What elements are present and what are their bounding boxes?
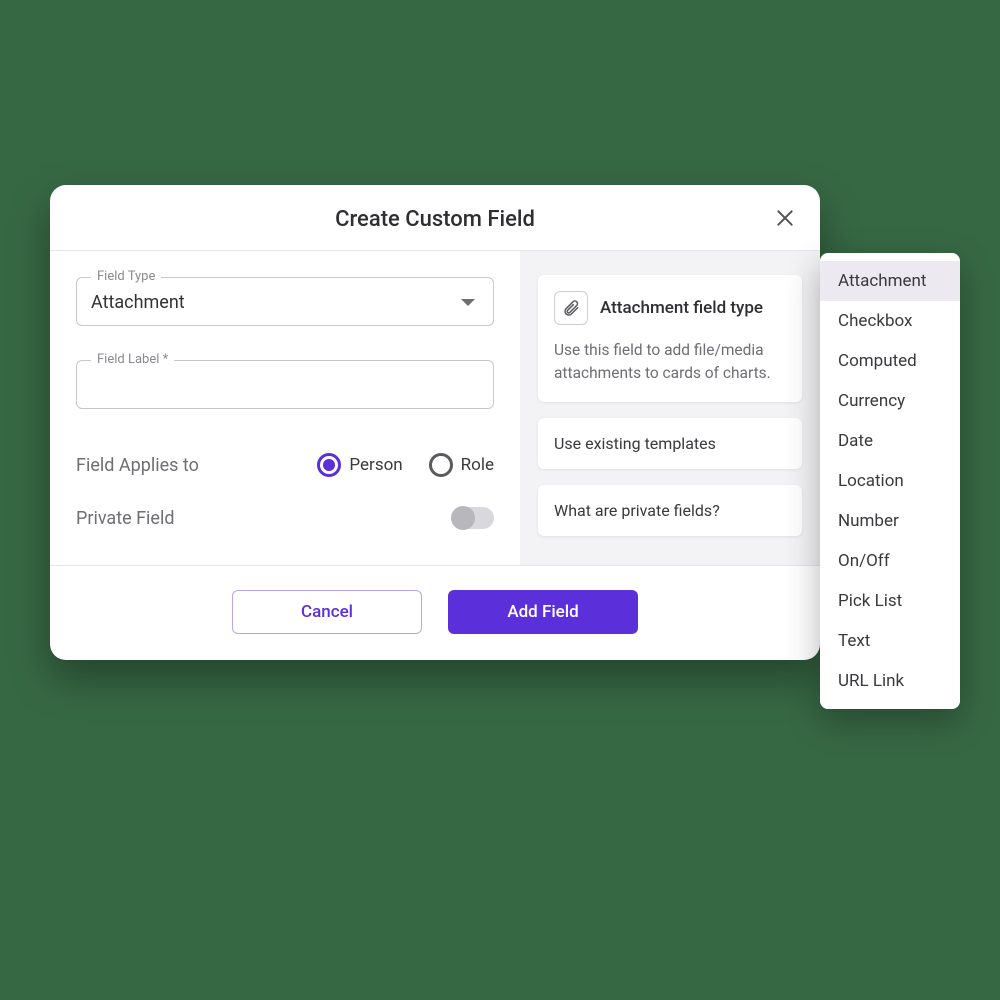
info-title: Attachment field type	[600, 298, 763, 318]
toggle-knob	[451, 506, 475, 530]
dropdown-item-urllink[interactable]: URL Link	[820, 661, 960, 701]
close-button[interactable]	[768, 201, 802, 235]
dialog-body: Field Type Attachment Field Label * Fiel…	[50, 251, 820, 565]
private-fields-link-card[interactable]: What are private fields?	[538, 485, 802, 536]
dropdown-item-location[interactable]: Location	[820, 461, 960, 501]
create-custom-field-dialog: Create Custom Field Field Type Attachmen…	[50, 185, 820, 660]
dropdown-item-attachment[interactable]: Attachment	[820, 261, 960, 301]
dropdown-item-date[interactable]: Date	[820, 421, 960, 461]
radio-label-person: Person	[349, 455, 402, 475]
field-type-value: Attachment	[91, 292, 185, 313]
attachment-icon	[554, 291, 588, 325]
templates-link-label: Use existing templates	[554, 434, 716, 453]
field-label-label: Field Label *	[91, 352, 174, 367]
dropdown-item-picklist[interactable]: Pick List	[820, 581, 960, 621]
field-type-select[interactable]: Field Type Attachment	[76, 277, 494, 326]
info-description: Use this field to add file/media attachm…	[554, 339, 786, 386]
cancel-button[interactable]: Cancel	[232, 590, 422, 634]
field-label-input[interactable]	[91, 376, 479, 396]
applies-to-radio-group: Person Role	[317, 453, 494, 477]
dialog-footer: Cancel Add Field	[50, 565, 820, 660]
applies-to-row: Field Applies to Person Role	[76, 453, 494, 477]
applies-to-person-radio[interactable]: Person	[317, 453, 402, 477]
field-type-label: Field Type	[91, 269, 161, 284]
radio-label-role: Role	[461, 455, 494, 475]
close-icon	[775, 208, 795, 228]
private-field-label: Private Field	[76, 508, 175, 529]
applies-to-label: Field Applies to	[76, 455, 199, 476]
dialog-title: Create Custom Field	[50, 207, 820, 232]
add-field-button-label: Add Field	[507, 602, 578, 622]
dropdown-item-onoff[interactable]: On/Off	[820, 541, 960, 581]
dropdown-item-checkbox[interactable]: Checkbox	[820, 301, 960, 341]
form-pane: Field Type Attachment Field Label * Fiel…	[50, 251, 520, 565]
private-field-row: Private Field	[76, 507, 494, 529]
dialog-header: Create Custom Field	[50, 185, 820, 251]
dropdown-item-number[interactable]: Number	[820, 501, 960, 541]
dropdown-item-computed[interactable]: Computed	[820, 341, 960, 381]
field-type-info-card: Attachment field type Use this field to …	[538, 275, 802, 402]
private-field-toggle[interactable]	[452, 507, 494, 529]
templates-link-card[interactable]: Use existing templates	[538, 418, 802, 469]
cancel-button-label: Cancel	[301, 602, 353, 622]
private-fields-link-label: What are private fields?	[554, 501, 720, 520]
radio-icon	[429, 453, 453, 477]
chevron-down-icon	[461, 299, 475, 306]
dropdown-item-text[interactable]: Text	[820, 621, 960, 661]
info-pane: Attachment field type Use this field to …	[520, 251, 820, 565]
add-field-button[interactable]: Add Field	[448, 590, 638, 634]
field-label-input-wrap[interactable]: Field Label *	[76, 360, 494, 409]
field-type-dropdown[interactable]: Attachment Checkbox Computed Currency Da…	[820, 253, 960, 709]
applies-to-role-radio[interactable]: Role	[429, 453, 494, 477]
radio-icon	[317, 453, 341, 477]
dropdown-item-currency[interactable]: Currency	[820, 381, 960, 421]
